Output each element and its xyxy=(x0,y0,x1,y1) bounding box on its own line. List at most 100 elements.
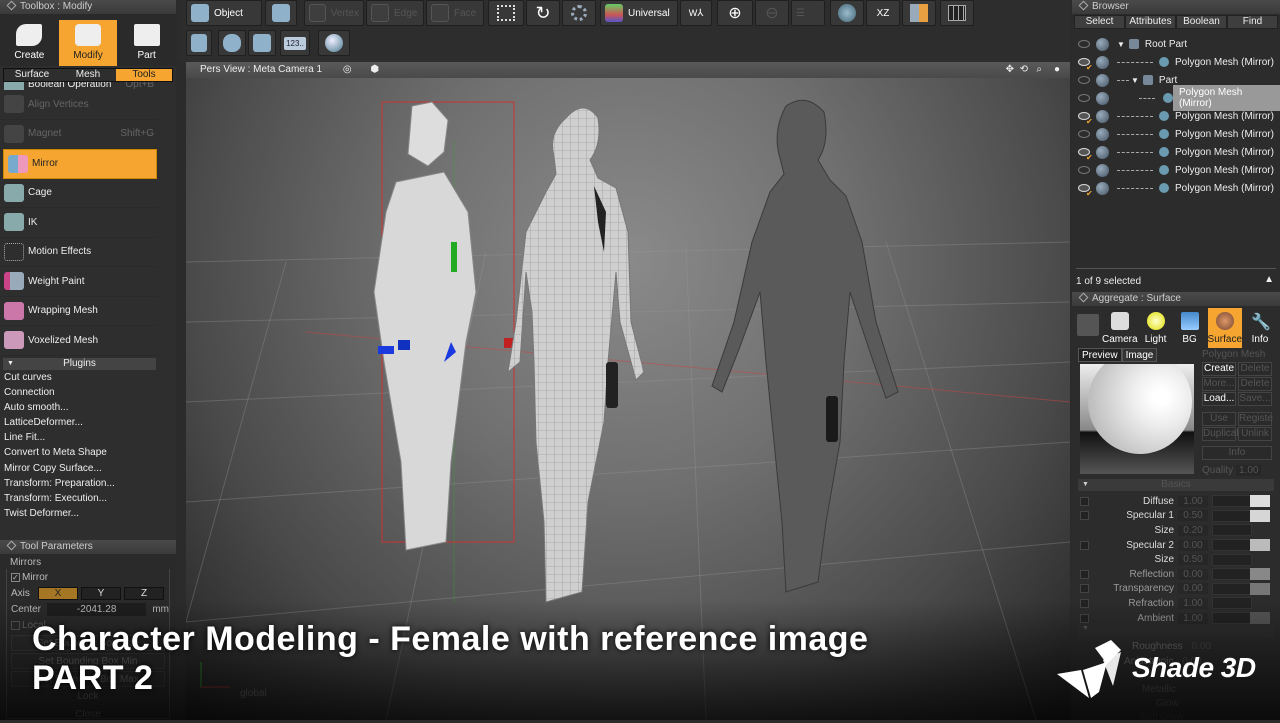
expand-triangle-icon[interactable]: ▼ xyxy=(1131,76,1139,85)
axis-y-button[interactable]: Y xyxy=(81,586,121,600)
plugin-item[interactable]: Transform: Preparation... xyxy=(0,476,176,491)
color-swatch[interactable] xyxy=(1250,612,1270,625)
attribute-value[interactable]: 0.50 xyxy=(1178,554,1208,566)
render-ball-icon[interactable] xyxy=(1096,73,1109,87)
subtab-surface[interactable]: Surface xyxy=(4,69,60,81)
subtab-mesh[interactable]: Mesh xyxy=(60,69,116,81)
plugin-item[interactable]: Mirror Copy Surface... xyxy=(0,461,176,476)
globe-button[interactable] xyxy=(830,0,864,26)
plugin-item[interactable]: Transform: Execution... xyxy=(0,491,176,506)
browser-tab-attributes[interactable]: Attributes xyxy=(1125,15,1176,29)
attribute-value[interactable]: 0.00 xyxy=(1178,568,1208,580)
attribute-slider[interactable] xyxy=(1212,539,1252,552)
aggregate-tab-light[interactable]: Light xyxy=(1140,308,1172,348)
plugin-item[interactable]: Cut curves xyxy=(0,370,176,385)
tool-cage[interactable]: Cage xyxy=(0,179,158,208)
attribute-slider[interactable] xyxy=(1212,495,1252,508)
viewport-title[interactable]: Pers View : Meta Camera 1 xyxy=(200,64,322,75)
tree-row-mesh[interactable]: Polygon Mesh (Mirror) xyxy=(1072,161,1280,179)
numeric-button[interactable]: 123.. xyxy=(280,30,310,56)
tool-align-vertices[interactable]: Align Vertices xyxy=(0,90,158,120)
mirror-checkbox[interactable]: ✓ xyxy=(11,572,20,582)
tool-ik[interactable]: IK xyxy=(0,208,158,238)
attribute-slider[interactable] xyxy=(1212,553,1252,566)
edge-mode-button[interactable]: Edge xyxy=(366,0,424,26)
align-tool-button[interactable]: ☰ xyxy=(791,0,825,26)
attribute-checkbox[interactable] xyxy=(1080,540,1089,550)
shading-icon[interactable]: ● xyxy=(1054,62,1060,78)
rotate-button[interactable]: ↻ xyxy=(526,0,560,26)
render-ball-icon[interactable] xyxy=(1096,127,1109,141)
xz-plane-button[interactable]: XZ xyxy=(866,0,900,26)
color-swatch[interactable] xyxy=(1250,495,1270,508)
layout-button[interactable] xyxy=(902,0,936,26)
mirror-checkbox-row[interactable]: ✓ Mirror xyxy=(7,569,169,585)
plugin-item[interactable]: Twist Deformer... xyxy=(0,506,176,521)
attribute-slider[interactable] xyxy=(1212,509,1252,522)
tree-row-mesh[interactable]: ✔ Polygon Mesh (Mirror) xyxy=(1072,107,1280,126)
attribute-checkbox[interactable] xyxy=(1080,598,1089,608)
delete-button-2[interactable]: Delete xyxy=(1238,377,1272,391)
register-button[interactable]: Registe xyxy=(1238,412,1273,426)
render-button[interactable] xyxy=(318,30,350,56)
info-button[interactable]: Info xyxy=(1202,446,1272,460)
tool-voxelized-mesh[interactable]: Voxelized Mesh xyxy=(0,326,158,356)
camera-target-icon[interactable]: ◎ xyxy=(343,64,352,75)
attribute-slider[interactable] xyxy=(1212,524,1252,537)
visibility-eye-icon[interactable] xyxy=(1078,94,1090,102)
render-ball-icon[interactable] xyxy=(1096,109,1109,123)
duplicate-button[interactable]: Duplical xyxy=(1202,427,1239,441)
tab-part[interactable]: Part xyxy=(117,20,176,66)
more-button[interactable]: More... xyxy=(1202,377,1236,391)
tree-row-mesh[interactable]: ✔ Polygon Mesh (Mirror) xyxy=(1072,53,1280,72)
pan-icon[interactable]: ✥ xyxy=(1006,62,1014,78)
aggregate-tab-info[interactable]: 🔧 Info xyxy=(1244,308,1276,348)
axis-x-button[interactable]: X xyxy=(38,586,78,600)
image-tab[interactable]: Image xyxy=(1121,348,1158,362)
vertex-mode-button[interactable]: Vertex xyxy=(304,0,364,26)
expand-triangle-icon[interactable]: ▼ xyxy=(1117,40,1125,49)
plugin-item[interactable]: Convert to Meta Shape xyxy=(0,445,176,460)
aggregate-tab-bg[interactable]: BG xyxy=(1174,308,1206,348)
render-ball-icon[interactable] xyxy=(1096,163,1109,177)
object-mode-button[interactable]: Object xyxy=(186,0,262,26)
tree-row-mesh[interactable]: Polygon Mesh (Mirror) xyxy=(1072,125,1280,143)
attribute-value[interactable]: 0.50 xyxy=(1178,510,1208,522)
attribute-value[interactable]: 1.00 xyxy=(1178,612,1208,624)
axis-z-button[interactable]: Z xyxy=(124,586,164,600)
color-swatch[interactable] xyxy=(1250,568,1270,581)
basics-header[interactable]: ▼ Basics xyxy=(1078,479,1274,491)
camera-button[interactable] xyxy=(265,0,297,26)
attribute-checkbox[interactable] xyxy=(1080,569,1089,579)
center-input[interactable]: -2041.28 xyxy=(47,602,147,616)
tree-row-mesh-selected[interactable]: Polygon Mesh (Mirror) xyxy=(1072,85,1280,111)
attribute-checkbox[interactable] xyxy=(1080,584,1089,594)
attribute-value[interactable]: 1.00 xyxy=(1178,597,1208,609)
browser-tab-select[interactable]: Select xyxy=(1074,15,1125,29)
zoom-icon[interactable]: ⌕ xyxy=(1036,62,1042,78)
render-ball-icon[interactable] xyxy=(1096,37,1109,51)
world-axis-button[interactable]: W ⅄ xyxy=(680,0,712,26)
table-button[interactable] xyxy=(186,30,212,56)
plugin-item[interactable]: Line Fit... xyxy=(0,430,176,445)
attribute-checkbox[interactable] xyxy=(1080,496,1089,506)
tree-row-mesh[interactable]: ✔ Polygon Mesh (Mirror) xyxy=(1072,143,1280,162)
visibility-eye-icon[interactable] xyxy=(1078,76,1090,84)
local-checkbox[interactable] xyxy=(11,620,20,630)
tool-weight-paint[interactable]: Weight Paint xyxy=(0,267,158,297)
tree-row-mesh[interactable]: ✔ Polygon Mesh (Mirror) xyxy=(1072,179,1280,198)
rect-select-button[interactable] xyxy=(488,0,524,26)
tool-wrapping-mesh[interactable]: Wrapping Mesh xyxy=(0,297,158,326)
color-swatch[interactable] xyxy=(1250,509,1270,522)
visibility-eye-icon[interactable] xyxy=(1078,40,1090,48)
color-swatch[interactable] xyxy=(1250,539,1270,552)
load-button[interactable]: Load... xyxy=(1202,392,1236,406)
attribute-slider[interactable] xyxy=(1212,597,1252,610)
attribute-value[interactable]: 0.20 xyxy=(1178,524,1208,536)
attribute-value[interactable]: 1.00 xyxy=(1178,495,1208,507)
render-ball-icon[interactable] xyxy=(1096,91,1109,105)
use-button[interactable]: Use xyxy=(1202,412,1236,426)
plugins-header[interactable]: Plugins xyxy=(3,357,156,370)
browser-tab-boolean[interactable]: Boolean xyxy=(1176,15,1227,29)
tab-modify[interactable]: Modify xyxy=(58,20,118,66)
